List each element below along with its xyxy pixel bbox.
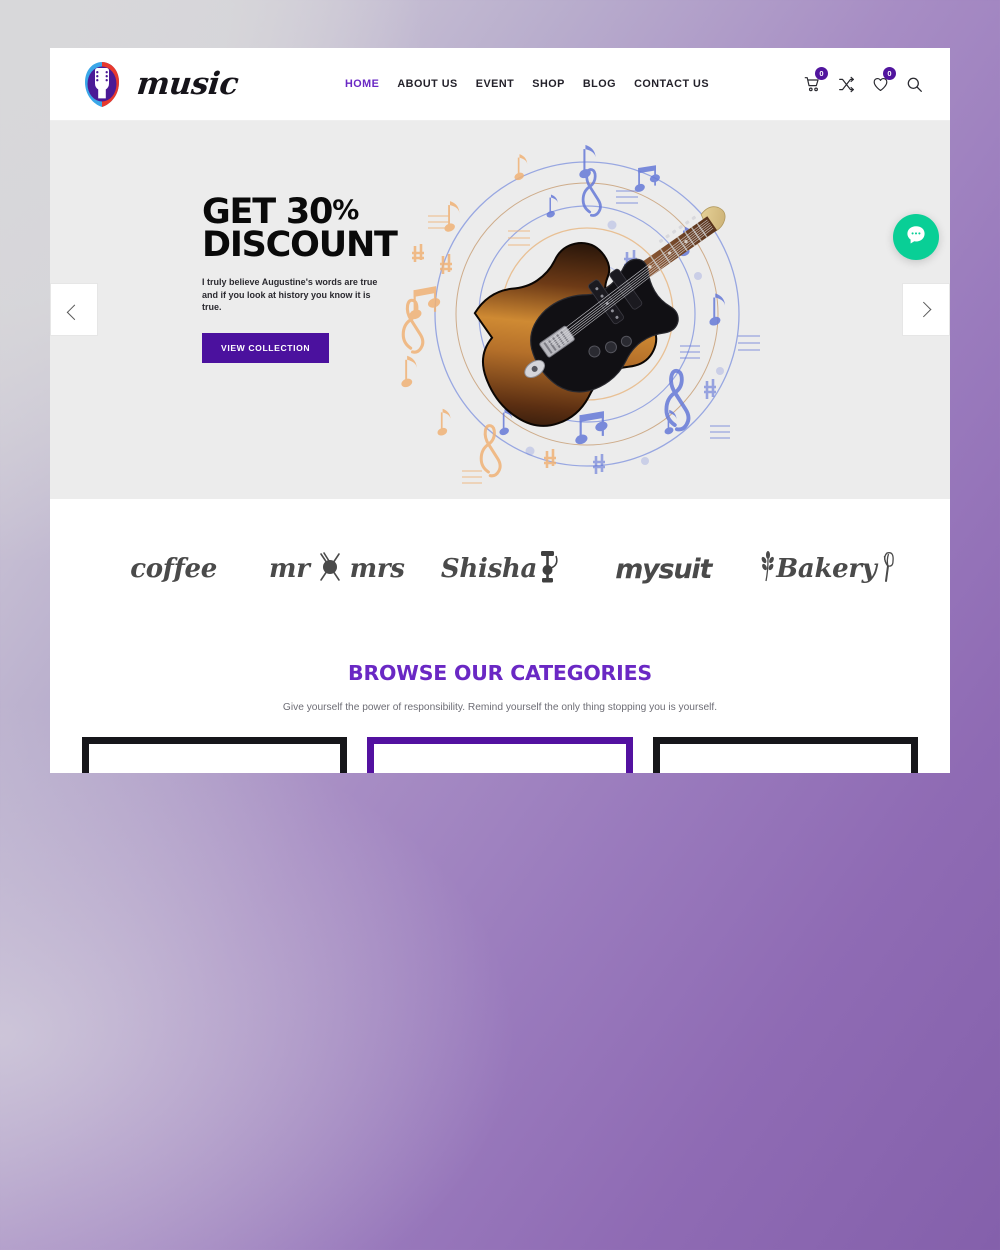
cart-button[interactable]: 0 <box>802 67 828 95</box>
hero-title-percent: % <box>332 195 359 226</box>
brand-logo-mysuit-label: mysuit <box>615 553 712 585</box>
categories-grid: PIANO <box>50 737 950 773</box>
nav-item-event[interactable]: EVENT <box>476 78 515 90</box>
compare-shuffle-icon <box>838 76 855 93</box>
main-navigation: HOME ABOUT US EVENT SHOP BLOG CONTACT US <box>345 78 709 90</box>
wishlist-count-badge: 0 <box>883 67 896 80</box>
nav-item-home[interactable]: HOME <box>345 78 379 90</box>
brand-logo-shisha-label: Shisha <box>440 554 538 584</box>
brand-logo-mr-and-mrs[interactable]: mr mrs <box>255 540 418 598</box>
nav-item-blog[interactable]: BLOG <box>583 78 616 90</box>
category-card-trumpet[interactable]: TRUMPET <box>652 737 918 773</box>
nav-item-contact-us[interactable]: CONTACT US <box>634 78 709 90</box>
brand-logo-mysuit[interactable]: mysuit <box>582 540 745 598</box>
search-button[interactable] <box>904 73 924 95</box>
live-chat-button[interactable] <box>893 214 939 260</box>
website-frame: music HOME ABOUT US EVENT SHOP BLOG CONT… <box>50 48 950 773</box>
fork-knife-icon <box>313 550 347 589</box>
brand-logo-shisha[interactable]: Shisha <box>418 540 581 598</box>
acoustic-guitar-icon <box>89 744 340 773</box>
brand-logo-mr-label: mr <box>269 554 310 584</box>
carousel-next-button[interactable] <box>902 283 950 336</box>
cart-count-badge: 0 <box>815 67 828 80</box>
chat-bubble-icon <box>904 223 928 252</box>
hero-copy: GET 30% DISCOUNT I truly believe Augusti… <box>202 195 442 364</box>
hero-title-line2: DISCOUNT <box>202 224 398 265</box>
search-icon <box>906 76 923 93</box>
site-header: music HOME ABOUT US EVENT SHOP BLOG CONT… <box>50 48 950 121</box>
wheat-icon <box>759 550 776 588</box>
brand-logo[interactable]: music <box>78 59 240 109</box>
nav-item-shop[interactable]: SHOP <box>532 78 565 90</box>
wishlist-button[interactable]: 0 <box>870 67 896 95</box>
piano-keys-icon <box>374 744 625 773</box>
brand-logo-mrs-label: mrs <box>349 554 405 584</box>
carousel-prev-button[interactable] <box>50 283 98 336</box>
whisk-icon <box>877 551 894 588</box>
guitar-headstock-pick-logo-icon <box>78 59 126 109</box>
nav-item-about-us[interactable]: ABOUT US <box>397 78 457 90</box>
brand-logo-coffee-label: coffee <box>130 554 218 584</box>
categories-subtitle: Give yourself the power of responsibilit… <box>282 702 718 713</box>
brand-logo-bakery[interactable]: Bakery <box>745 540 908 598</box>
hero-subtitle: I truly believe Augustine's words are tr… <box>202 276 378 313</box>
brand-logos-strip: coffee mr mrs Shisha mysuit Bakery <box>50 499 950 639</box>
hero-guitar-artwork-icon <box>380 121 830 499</box>
header-tools: 0 0 <box>802 67 924 95</box>
hookah-icon <box>537 549 559 590</box>
categories-title: BROWSE OUR CATEGORIES <box>348 661 652 685</box>
brand-name: music <box>135 65 240 102</box>
brand-logo-coffee[interactable]: coffee <box>92 540 255 598</box>
brand-logo-bakery-label: Bakery <box>776 554 877 584</box>
hero-title: GET 30% DISCOUNT <box>202 195 442 265</box>
category-card-guitar[interactable] <box>82 737 348 773</box>
hero-carousel: GET 30% DISCOUNT I truly believe Augusti… <box>50 121 950 499</box>
chevron-left-icon <box>66 304 82 321</box>
category-card-piano[interactable]: PIANO <box>367 737 633 773</box>
view-collection-button[interactable]: VIEW COLLECTION <box>202 333 330 364</box>
browse-categories-section: BROWSE OUR CATEGORIES Give yourself the … <box>50 639 950 773</box>
chevron-right-icon <box>915 301 931 318</box>
compare-button[interactable] <box>836 73 856 95</box>
trumpet-icon <box>660 744 911 773</box>
